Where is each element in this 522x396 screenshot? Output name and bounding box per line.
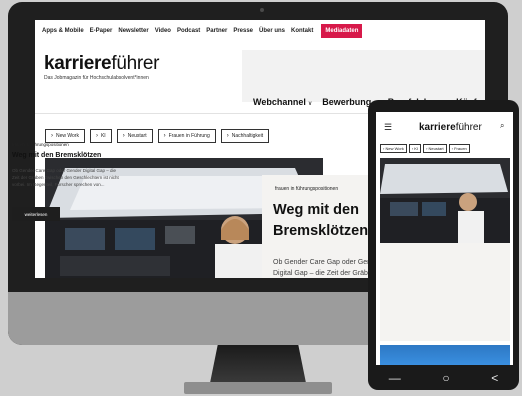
article-kicker: frauen in führungspositionen [275, 186, 339, 192]
tag-label: Frauen in Führung [168, 133, 210, 139]
ad-banner [242, 50, 485, 102]
hamburger-menu-icon[interactable]: ☰ [384, 122, 392, 133]
tag-label: Neustart [127, 133, 147, 139]
tag-label: KI [100, 133, 106, 139]
mobile-article-kicker: frauen in führungspositionen [12, 142, 69, 147]
mobile-tag-new-work[interactable]: › New Work [380, 144, 407, 153]
tag-label: Neustart [428, 146, 444, 151]
tag-label: Frauen [454, 146, 467, 151]
topnav-kontakt[interactable]: Kontakt [291, 28, 313, 34]
camera-dot [260, 8, 264, 12]
nav-webchannel[interactable]: Webchannel ∨ [253, 97, 312, 107]
nav-bewerbung-label: Bewerbung [322, 97, 372, 107]
mobile-article-excerpt: Ob Gender Care Gap oder Gender Digital G… [12, 168, 119, 187]
mobile-tag-frauen[interactable]: › Frauen [448, 144, 470, 153]
tag-new-work[interactable]: › New Work [45, 129, 85, 143]
site-logo[interactable]: karriereführer [44, 53, 159, 75]
monitor-base [184, 382, 332, 394]
tag-label: New Work [56, 133, 79, 139]
circle-icon[interactable]: ○ [442, 372, 449, 384]
mobile-teaser-box[interactable] [380, 243, 510, 341]
mobile-topic-tags: › New Work › KI › Neustart › Frauen [380, 144, 470, 153]
mobile-screen: ☰ karriereführer ⌕ › New Work › KI › Neu… [376, 112, 513, 365]
tag-ki[interactable]: › KI [89, 129, 112, 143]
tag-label: New Work [385, 146, 404, 151]
chevron-right-icon: › [163, 133, 166, 139]
mobile-tag-ki[interactable]: › KI [408, 144, 422, 153]
mobile-hero-image[interactable] [380, 158, 510, 243]
chevron-down-icon: ∨ [307, 101, 313, 107]
nav-webchannel-label: Webchannel [253, 97, 306, 107]
read-more-button[interactable]: weiterlesen [12, 207, 60, 221]
topnav-partner[interactable]: Partner [206, 28, 227, 34]
topnav-apps[interactable]: Apps & Mobile [42, 28, 84, 34]
search-icon[interactable]: ⌕ [500, 121, 504, 131]
mobile-header: ☰ karriereführer ⌕ [376, 112, 513, 140]
mobile-article-headline[interactable]: Weg mit den Bremsklötzen [12, 152, 101, 159]
site-tagline: Das Jobmagazin für Hochschulabsolvent*in… [44, 75, 149, 81]
tag-label: KI [414, 146, 419, 151]
tag-frauen-in-fuehrung[interactable]: › Frauen in Führung [157, 129, 216, 143]
mobile-tag-neustart[interactable]: › Neustart [423, 144, 447, 153]
android-nav-bar: — ○ < [368, 365, 519, 390]
mediadaten-button[interactable]: Mediadaten [321, 24, 363, 38]
topnav-presse[interactable]: Presse [233, 28, 253, 34]
chevron-right-icon: › [95, 133, 98, 139]
tag-neustart[interactable]: › Neustart [116, 129, 153, 143]
tag-nachhaltigkeit[interactable]: › Nachhaltigkeit [220, 129, 270, 143]
logo-bold: karriere [419, 122, 456, 133]
mobile-next-article-image[interactable] [380, 345, 510, 365]
top-navigation: Apps & Mobile E-Paper Newsletter Video P… [35, 20, 485, 42]
topnav-newsletter[interactable]: Newsletter [118, 28, 148, 34]
topnav-ueber-uns[interactable]: Über uns [259, 28, 285, 34]
topnav-video[interactable]: Video [155, 28, 171, 34]
logo-bold: karriere [44, 53, 112, 74]
topnav-epaper[interactable]: E-Paper [90, 28, 113, 34]
topnav-podcast[interactable]: Podcast [177, 28, 200, 34]
topic-tags: › New Work › KI › Neustart › Frauen in Führu… [45, 129, 270, 143]
tag-label: Nachhaltigkeit [231, 133, 264, 139]
chevron-right-icon: › [51, 133, 53, 139]
back-icon[interactable]: < [491, 372, 498, 384]
mobile-logo[interactable]: karriereführer [419, 122, 482, 133]
chevron-right-icon: › [226, 133, 229, 139]
logo-light: führer [455, 122, 482, 133]
monitor-stand [210, 345, 306, 383]
chevron-right-icon: › [122, 133, 125, 139]
minus-icon[interactable]: — [389, 372, 401, 384]
logo-light: führer [111, 53, 160, 74]
